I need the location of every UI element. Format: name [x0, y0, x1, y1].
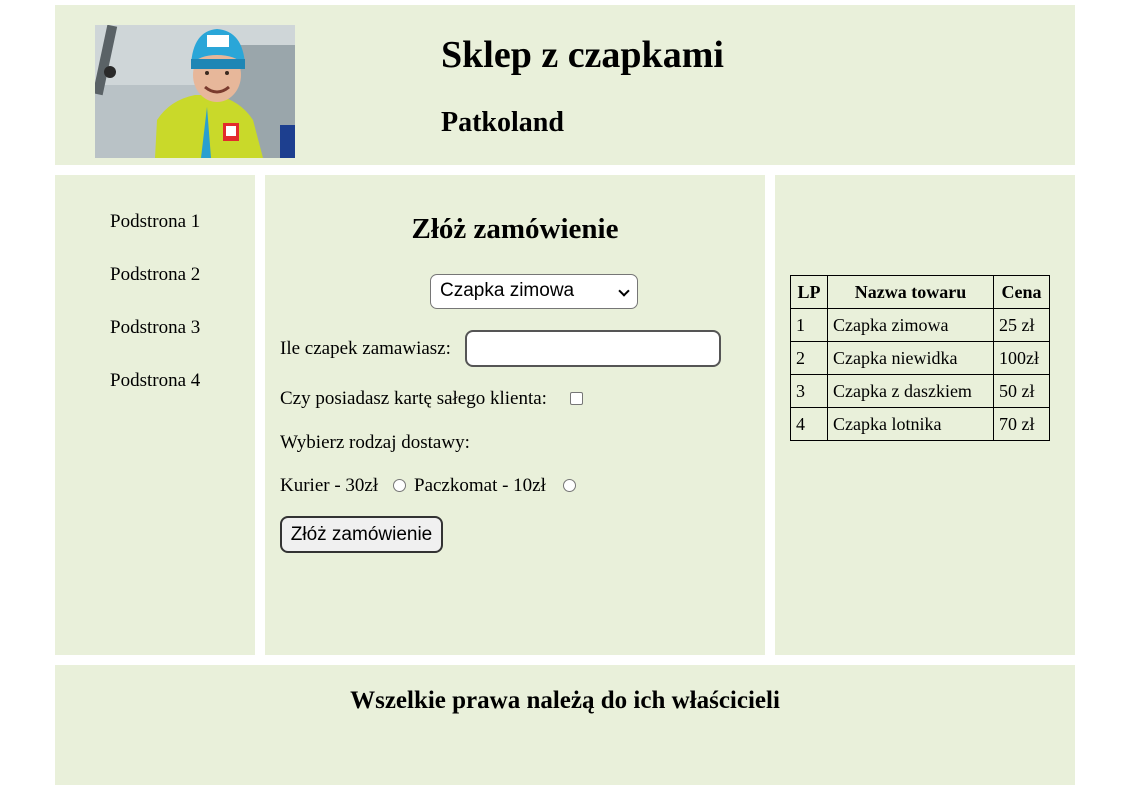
- form-title: Złóż zamówienie: [411, 213, 619, 245]
- table-cell: 70 zł: [993, 407, 1050, 441]
- table-header-row: LP Nazwa towaru Cena: [790, 275, 1050, 309]
- site-title: Sklep z czapkami: [441, 34, 724, 76]
- table-cell: 4: [790, 407, 828, 441]
- quantity-label: Ile czapek zamawiasz:: [280, 338, 451, 359]
- delivery-label: Wybierz rodzaj dostawy:: [280, 432, 470, 453]
- table-row: 4 Czapka lotnika 70 zł: [790, 407, 1050, 441]
- table-header-name: Nazwa towaru: [827, 275, 994, 309]
- table-cell: 1: [790, 308, 828, 342]
- price-table-section: LP Nazwa towaru Cena 1 Czapka zimowa 25 …: [775, 175, 1075, 655]
- table-header-price: Cena: [993, 275, 1050, 309]
- loyalty-card-label: Czy posiadasz kartę sałego klienta:: [280, 388, 547, 409]
- chevron-down-icon: [618, 285, 630, 297]
- table-cell: 2: [790, 341, 828, 375]
- submit-order-button[interactable]: Złóż zamówienie: [280, 516, 443, 553]
- table-cell: Czapka niewidka: [827, 341, 994, 375]
- price-table: LP Nazwa towaru Cena 1 Czapka zimowa 25 …: [790, 275, 1050, 441]
- site-footer: Wszelkie prawa należą do ich właścicieli: [55, 665, 1075, 785]
- footer-text: Wszelkie prawa należą do ich właścicieli: [350, 687, 780, 714]
- nav-link-podstrona-1[interactable]: Podstrona 1: [110, 211, 200, 233]
- product-select-value: Czapka zimowa: [440, 280, 575, 301]
- loyalty-card-checkbox[interactable]: [570, 392, 583, 405]
- delivery-option-courier-label: Kurier - 30zł: [280, 475, 379, 496]
- table-row: 1 Czapka zimowa 25 zł: [790, 308, 1050, 342]
- site-header: Sklep z czapkami Patkoland: [55, 5, 1075, 165]
- quantity-input[interactable]: [465, 330, 721, 367]
- nav-link-podstrona-4[interactable]: Podstrona 4: [110, 370, 200, 392]
- table-header-lp: LP: [790, 275, 828, 309]
- product-select[interactable]: Czapka zimowa: [430, 274, 638, 309]
- delivery-option-parcel-label: Paczkomat - 10zł: [414, 475, 546, 496]
- nav-link-podstrona-2[interactable]: Podstrona 2: [110, 264, 200, 286]
- sidebar-nav: Podstrona 1 Podstrona 2 Podstrona 3 Pods…: [55, 175, 255, 655]
- table-cell: 3: [790, 374, 828, 408]
- delivery-courier-radio[interactable]: [393, 479, 406, 492]
- table-row: 3 Czapka z daszkiem 50 zł: [790, 374, 1050, 408]
- order-form-section: Złóż zamówienie Czapka zimowa Ile czapek…: [265, 175, 765, 655]
- table-cell: Czapka lotnika: [827, 407, 994, 441]
- table-cell: Czapka zimowa: [827, 308, 994, 342]
- delivery-parcel-radio[interactable]: [563, 479, 576, 492]
- table-cell: 100zł: [993, 341, 1050, 375]
- site-subtitle: Patkoland: [441, 107, 564, 138]
- table-cell: Czapka z daszkiem: [827, 374, 994, 408]
- table-cell: 25 zł: [993, 308, 1050, 342]
- nav-link-podstrona-3[interactable]: Podstrona 3: [110, 317, 200, 339]
- table-row: 2 Czapka niewidka 100zł: [790, 341, 1050, 375]
- person-photo: [95, 25, 295, 158]
- table-cell: 50 zł: [993, 374, 1050, 408]
